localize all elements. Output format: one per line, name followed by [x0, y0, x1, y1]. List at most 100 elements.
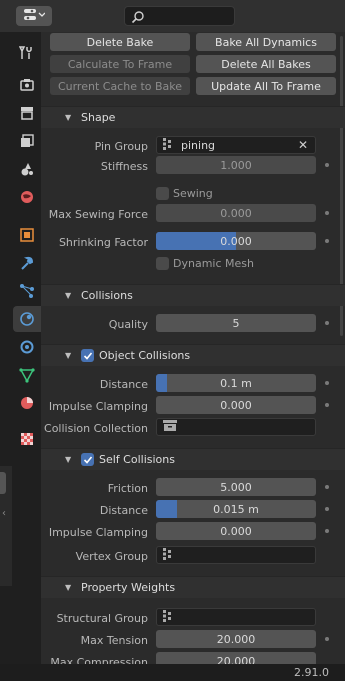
- keyframe-dot-icon[interactable]: [325, 239, 329, 243]
- friction-label: Friction: [107, 482, 148, 495]
- object-distance-slider[interactable]: 0.1 m: [156, 374, 316, 392]
- checkbox-icon: [156, 187, 169, 200]
- keyframe-dot-icon[interactable]: [325, 381, 329, 385]
- shrinking-factor-slider[interactable]: 0.000: [156, 232, 316, 250]
- structural-group-label: Structural Group: [56, 612, 148, 625]
- tab-data[interactable]: [13, 362, 41, 388]
- friction-field[interactable]: 5.000: [156, 478, 316, 496]
- keyframe-dot-icon[interactable]: [325, 529, 329, 533]
- keyframe-dot-icon[interactable]: [325, 321, 329, 325]
- world-icon: [21, 191, 33, 203]
- tab-view-layer[interactable]: [13, 128, 41, 154]
- vertex-group-icon: [163, 609, 173, 625]
- keyframe-dot-icon[interactable]: [325, 485, 329, 489]
- chevron-left-icon[interactable]: ‹: [2, 508, 6, 519]
- property-weights-panel-header[interactable]: ▼ Property Weights: [41, 576, 345, 598]
- keyframe-dot-icon[interactable]: [325, 163, 329, 167]
- update-all-to-frame-button[interactable]: Update All To Frame: [196, 77, 336, 95]
- clear-icon[interactable]: ✕: [298, 138, 308, 152]
- sewing-checkbox[interactable]: Sewing: [156, 187, 213, 200]
- tab-tool[interactable]: [13, 40, 41, 66]
- pin-group-field[interactable]: pining ✕: [156, 136, 316, 154]
- object-collisions-panel-header[interactable]: ▼ Object Collisions: [41, 344, 345, 366]
- delete-all-bakes-button[interactable]: Delete All Bakes: [196, 55, 336, 73]
- tab-material[interactable]: [13, 390, 41, 416]
- self-impulse-clamping-field[interactable]: 0.000: [156, 522, 316, 540]
- tab-object[interactable]: [13, 222, 41, 248]
- keyframe-dot-icon[interactable]: [325, 637, 329, 641]
- stiffness-value: 1.000: [220, 158, 252, 172]
- constraints-icon: [20, 340, 34, 354]
- object-collisions-checkbox[interactable]: [81, 349, 94, 362]
- shrinking-factor-value: 0.000: [220, 234, 252, 248]
- quality-label: Quality: [108, 318, 148, 331]
- tab-physics[interactable]: [13, 306, 41, 332]
- side-region-handle[interactable]: [0, 472, 6, 494]
- collision-collection-field[interactable]: [156, 418, 316, 436]
- editor-type-dropdown[interactable]: [16, 6, 52, 26]
- object-collisions-title: Object Collisions: [99, 349, 191, 362]
- side-region-toggle[interactable]: [0, 466, 12, 586]
- dynamic-mesh-checkbox[interactable]: Dynamic Mesh: [156, 257, 254, 270]
- tab-output[interactable]: [13, 100, 41, 126]
- max-sewing-force-value: 0.000: [220, 206, 252, 220]
- delete-bake-button[interactable]: Delete Bake: [50, 33, 190, 51]
- vertex-group-field[interactable]: [156, 546, 316, 564]
- physics-properties-panel: Delete Bake Bake All Dynamics Calculate …: [41, 32, 345, 664]
- max-compression-value: 20.000: [216, 654, 256, 665]
- vertex-group-icon: [163, 137, 173, 153]
- max-tension-label: Max Tension: [80, 634, 148, 647]
- slider-fill: [156, 500, 177, 518]
- tab-constraints[interactable]: [13, 334, 41, 360]
- checkmark-icon: [83, 455, 92, 464]
- friction-value: 5.000: [220, 480, 252, 494]
- self-impulse-clamping-label: Impulse Clamping: [48, 526, 148, 539]
- object-icon: [20, 228, 34, 242]
- view-layer-icon: [21, 134, 34, 147]
- quality-field[interactable]: 5: [156, 314, 316, 332]
- calculate-to-frame-button[interactable]: Calculate To Frame: [50, 55, 190, 73]
- keyframe-dot-icon[interactable]: [325, 403, 329, 407]
- status-bar: 2.91.0: [0, 664, 345, 681]
- tab-texture[interactable]: [13, 426, 41, 452]
- version-label: 2.91.0: [294, 666, 329, 679]
- modifier-icon: [21, 256, 34, 270]
- tab-particles[interactable]: [13, 278, 41, 304]
- self-distance-slider[interactable]: 0.015 m: [156, 500, 316, 518]
- chevron-down-icon: ▼: [65, 351, 72, 360]
- structural-group-field[interactable]: [156, 608, 316, 626]
- keyframe-dot-icon[interactable]: [325, 211, 329, 215]
- self-collisions-panel-header[interactable]: ▼ Self Collisions: [41, 448, 345, 470]
- pin-group-value: pining: [181, 138, 216, 152]
- slider-fill: [156, 374, 168, 392]
- max-sewing-force-label: Max Sewing Force: [48, 208, 148, 221]
- self-distance-value: 0.015 m: [213, 502, 259, 516]
- tab-world[interactable]: [13, 184, 41, 210]
- stiffness-field[interactable]: 1.000: [156, 156, 316, 174]
- sewing-label: Sewing: [173, 187, 213, 200]
- search-input[interactable]: [124, 6, 235, 26]
- tab-modifiers[interactable]: [13, 250, 41, 276]
- keyframe-dot-icon[interactable]: [325, 507, 329, 511]
- data-icon: [19, 368, 35, 383]
- max-compression-field[interactable]: 20.000: [156, 652, 316, 664]
- material-icon: [21, 397, 33, 409]
- shape-panel-header[interactable]: ▼ Shape: [41, 106, 345, 128]
- self-collisions-checkbox[interactable]: [81, 453, 94, 466]
- bake-all-dynamics-button[interactable]: Bake All Dynamics: [196, 33, 336, 51]
- max-sewing-force-field[interactable]: 0.000: [156, 204, 316, 222]
- self-impulse-clamping-value: 0.000: [220, 524, 252, 538]
- vertex-group-label: Vertex Group: [75, 550, 148, 563]
- shrinking-factor-label: Shrinking Factor: [58, 236, 148, 249]
- max-tension-field[interactable]: 20.000: [156, 630, 316, 648]
- shape-panel-title: Shape: [81, 111, 116, 124]
- object-impulse-clamping-field[interactable]: 0.000: [156, 396, 316, 414]
- current-cache-to-bake-button[interactable]: Current Cache to Bake: [50, 77, 190, 95]
- tab-render[interactable]: [13, 72, 41, 98]
- object-impulse-clamping-label: Impulse Clamping: [48, 400, 148, 413]
- quality-value: 5: [232, 316, 240, 330]
- tab-scene[interactable]: [13, 156, 41, 182]
- particles-icon: [20, 284, 34, 298]
- collisions-panel-title: Collisions: [81, 289, 133, 302]
- collisions-panel-header[interactable]: ▼ Collisions: [41, 284, 345, 306]
